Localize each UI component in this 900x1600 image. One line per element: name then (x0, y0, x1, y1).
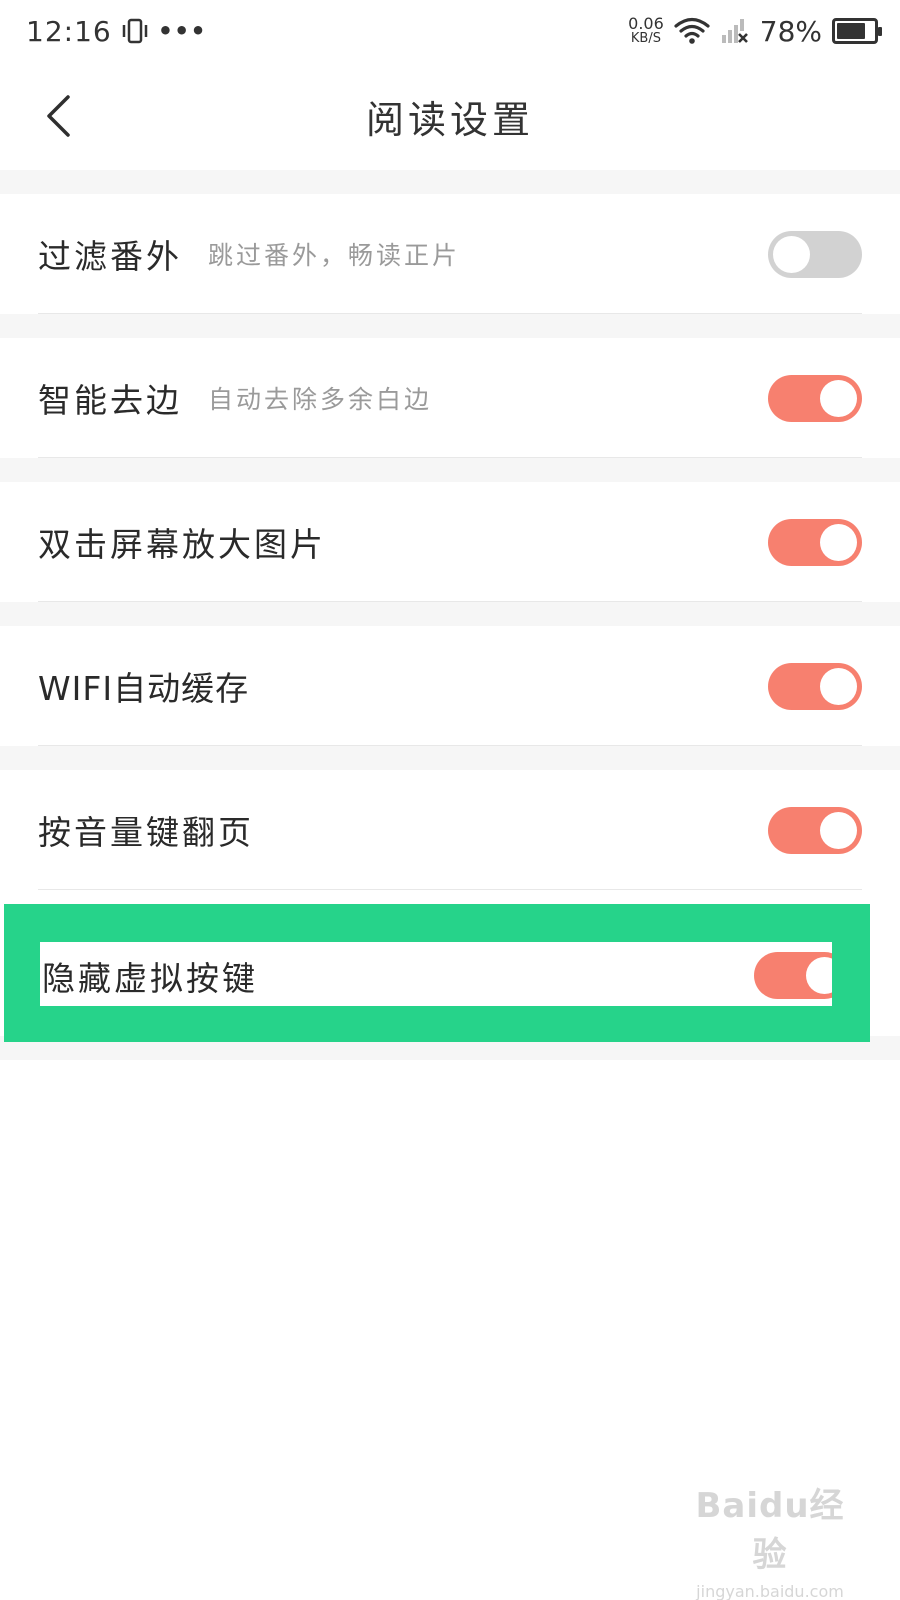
battery-level-fill (837, 23, 866, 39)
setting-row-hide-nav-keys-content[interactable]: 隐藏虚拟按键 (40, 942, 832, 1006)
network-speed: 0.06 KB/S (628, 14, 664, 47)
battery-percent: 78% (759, 14, 822, 48)
battery-icon (832, 18, 882, 44)
toggle-knob (806, 957, 832, 994)
toggle-knob (820, 524, 857, 561)
more-notifications-icon: ••• (157, 17, 207, 45)
auto-crop-toggle[interactable] (768, 375, 862, 422)
setting-row-auto-crop[interactable]: 智能去边 自动去除多余白边 (0, 338, 900, 458)
status-bar-right: 0.06 KB/S 78% (628, 14, 882, 48)
setting-label: WIFI自动缓存 (38, 669, 250, 708)
status-bar-left: 12:16 ••• (26, 15, 207, 48)
page-title: 阅读设置 (365, 97, 534, 142)
row-divider (38, 313, 862, 314)
section-gap (0, 314, 900, 338)
setting-row-wifi-cache[interactable]: WIFI自动缓存 (0, 626, 900, 746)
volume-key-paging-toggle[interactable] (768, 807, 862, 854)
setting-description: 自动去除多余白边 (208, 385, 433, 414)
status-time: 12:16 (26, 14, 112, 48)
toggle-knob (773, 236, 810, 273)
toggle-knob (820, 812, 857, 849)
vibrate-icon (122, 18, 147, 44)
network-speed-unit: KB/S (630, 31, 661, 46)
reading-settings-screen: 12:16 ••• 0.06 KB/S 78% 阅读设置 过滤番外 跳过番外，畅… (0, 0, 900, 1600)
watermark-logo: Baidu经验 (695, 1486, 845, 1575)
network-speed-value: 0.06 (628, 14, 664, 33)
watermark-url: jingyan.baidu.com (696, 1582, 844, 1600)
baidu-jingyan-watermark: Baidu经验 jingyan.baidu.com (680, 1478, 860, 1600)
setting-label: 隐藏虚拟按键 (42, 959, 258, 998)
setting-row-volume-key-paging[interactable]: 按音量键翻页 (0, 770, 900, 890)
toggle-knob (820, 380, 857, 417)
status-bar: 12:16 ••• 0.06 KB/S 78% (0, 0, 900, 62)
section-gap (0, 746, 900, 770)
filter-extras-toggle[interactable] (768, 231, 862, 278)
setting-label: 按音量键翻页 (38, 813, 254, 852)
no-signal-icon (721, 19, 748, 43)
section-gap (0, 170, 900, 194)
setting-label: 智能去边 (38, 381, 182, 420)
back-button[interactable] (36, 92, 80, 140)
app-header: 阅读设置 (0, 62, 900, 170)
wifi-cache-toggle[interactable] (768, 663, 862, 710)
section-gap (0, 602, 900, 626)
toggle-knob (820, 668, 857, 705)
wifi-icon (674, 17, 710, 44)
setting-row-double-tap-zoom[interactable]: 双击屏幕放大图片 (0, 482, 900, 602)
row-divider (38, 457, 862, 458)
setting-description: 跳过番外，畅读正片 (208, 241, 461, 270)
chevron-left-icon (47, 95, 70, 137)
section-gap (0, 458, 900, 482)
hide-nav-keys-toggle[interactable] (754, 952, 832, 999)
double-tap-zoom-toggle[interactable] (768, 519, 862, 566)
row-divider (38, 889, 862, 890)
row-divider (38, 601, 862, 602)
row-divider (38, 745, 862, 746)
setting-label: 过滤番外 (38, 237, 182, 276)
setting-label: 双击屏幕放大图片 (38, 525, 326, 564)
setting-row-filter-extras[interactable]: 过滤番外 跳过番外，畅读正片 (0, 194, 900, 314)
